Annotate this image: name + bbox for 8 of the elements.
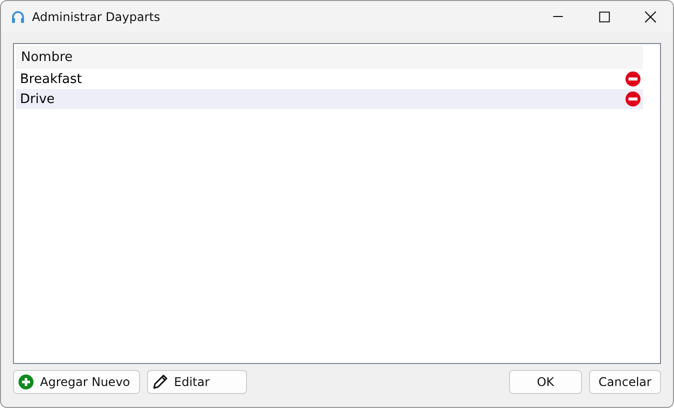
window-title: Administrar Dayparts [32, 10, 162, 24]
table-cell: Breakfast [20, 72, 82, 86]
dialog-button[interactable]: Editar [147, 370, 247, 394]
table-cell: Drive [20, 92, 55, 106]
dialog-button[interactable]: Agregar Nuevo [13, 370, 140, 394]
dialog-button[interactable]: OK [509, 370, 582, 394]
column-header[interactable]: Nombre [16, 50, 73, 65]
dialog-button[interactable]: Cancelar [589, 370, 661, 394]
